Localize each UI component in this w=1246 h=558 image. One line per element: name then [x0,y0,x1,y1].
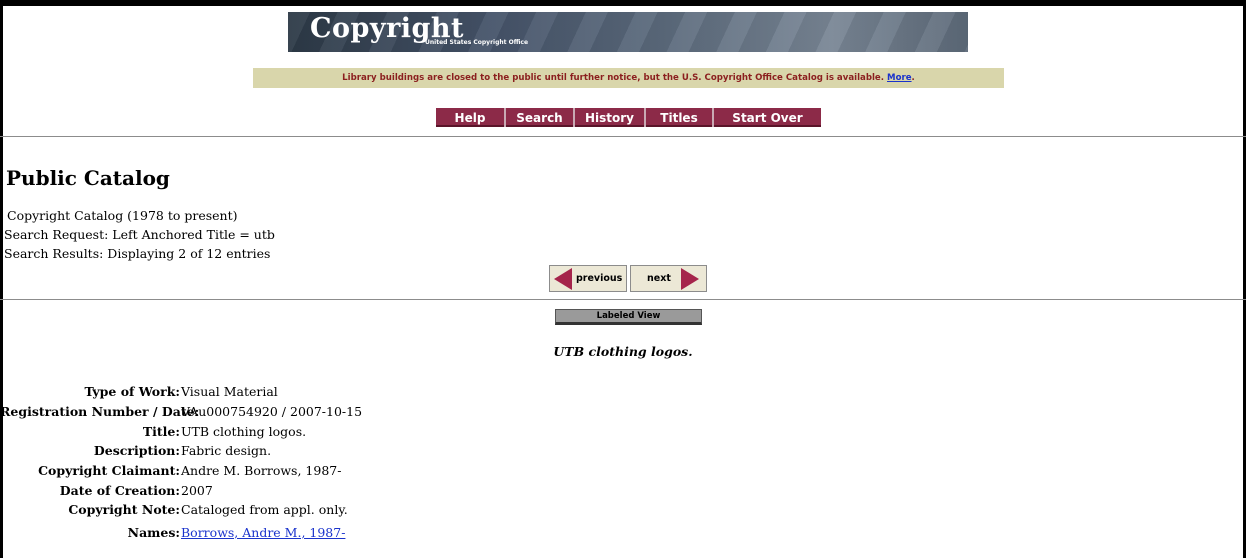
field-value: Fabric design. [181,443,272,458]
labeled-view-tab[interactable]: Labeled View [555,309,702,325]
field-value: UTB clothing logos. [181,424,307,439]
pager: previous next [549,265,707,292]
field-label: Copyright Note: [68,502,180,517]
catalog-name: Copyright Catalog (1978 to present) [7,208,238,223]
record-title: UTB clothing logos. [553,344,693,359]
field-value: VAu000754920 / 2007-10-15 [181,404,363,419]
page-title: Public Catalog [6,166,170,190]
field-label: Type of Work: [84,384,180,399]
copyright-banner[interactable]: Copyright United States Copyright Office [288,12,968,52]
field-value: Visual Material [181,384,278,399]
field-row: Names: Borrows, Andre M., 1987- [0,525,346,541]
search-button[interactable]: Search [506,108,575,127]
next-label: next [647,273,671,284]
field-row: Type of Work: Visual Material [0,384,277,400]
previous-label: previous [576,273,623,284]
notice-more-link[interactable]: More [887,73,912,83]
search-request: Search Request: Left Anchored Title = ut… [4,227,275,242]
window-top-border [0,0,1246,6]
field-label: Description: [93,443,180,458]
field-value: 2007 [181,483,213,498]
field-label: Title: [142,424,180,439]
divider-top [0,136,1246,137]
previous-button[interactable]: previous [549,265,627,292]
field-row: Copyright Claimant: Andre M. Borrows, 19… [0,463,341,479]
field-label: Copyright Claimant: [38,463,180,478]
help-button[interactable]: Help [436,108,506,127]
divider-results [0,299,1246,300]
titles-button[interactable]: Titles [646,108,714,127]
previous-arrow-icon [554,267,572,290]
field-label: Registration Number / Date: [0,404,200,419]
field-label: Names: [127,525,180,540]
field-row: Title: UTB clothing logos. [0,424,306,440]
field-row: Description: Fabric design. [0,443,271,459]
notice-period: . [911,73,915,83]
notice-text: Library buildings are closed to the publ… [342,73,885,83]
banner-subtitle: United States Copyright Office [425,39,529,46]
nav-bar: Help Search History Titles Start Over [436,108,821,127]
field-label: Date of Creation: [59,483,180,498]
field-row: Registration Number / Date: VAu000754920… [0,404,362,420]
start-over-button[interactable]: Start Over [714,108,821,127]
next-arrow-icon [680,267,699,290]
names-link[interactable]: Borrows, Andre M., 1987- [181,525,345,540]
closure-notice: Library buildings are closed to the publ… [253,68,1004,88]
field-row: Date of Creation: 2007 [0,483,213,499]
next-button[interactable]: next [630,265,707,292]
search-results: Search Results: Displaying 2 of 12 entri… [4,246,271,261]
field-value: Borrows, Andre M., 1987- [181,525,345,540]
field-value: Cataloged from appl. only. [181,502,348,517]
history-button[interactable]: History [575,108,646,127]
field-row: Copyright Note: Cataloged from appl. onl… [0,502,347,518]
field-value: Andre M. Borrows, 1987- [181,463,342,478]
